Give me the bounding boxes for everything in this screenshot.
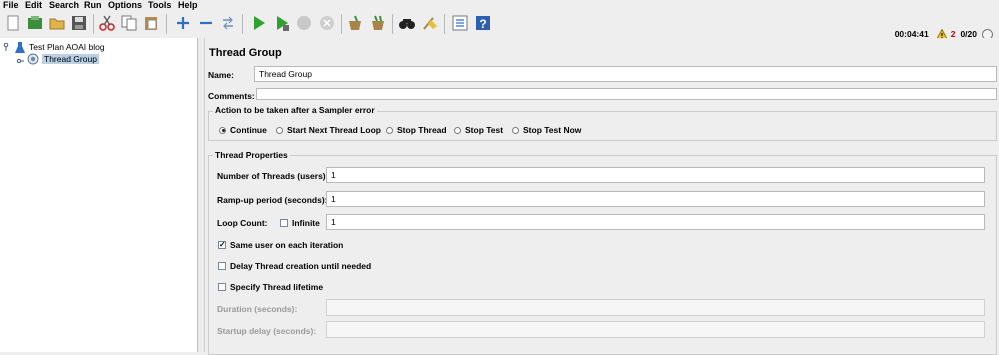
- start-icon[interactable]: [249, 13, 269, 33]
- thread-group-panel: Thread Group Name: Thread Group Comments…: [205, 38, 999, 355]
- same-user-checkbox[interactable]: ✓ Same user on each iteration: [218, 240, 343, 250]
- radio-stop-test-label: Stop Test: [465, 125, 504, 135]
- loop-count-field[interactable]: 1: [326, 214, 985, 230]
- rampup-label: Ramp-up period (seconds):: [217, 195, 328, 205]
- radio-stop-test-now[interactable]: Stop Test Now: [512, 125, 581, 135]
- paste-icon[interactable]: [141, 13, 161, 33]
- infinite-label: Infinite: [292, 218, 320, 228]
- thread-group-icon: [27, 53, 39, 65]
- clear-all-icon[interactable]: [368, 13, 388, 33]
- menu-run[interactable]: Run: [84, 0, 102, 10]
- radio-continue[interactable]: Continue: [219, 125, 267, 135]
- tree-node-thread-group[interactable]: Thread Group: [16, 53, 99, 65]
- comments-field[interactable]: [256, 88, 997, 100]
- threads-label: Number of Threads (users):: [217, 171, 329, 181]
- threads-field[interactable]: 1: [326, 167, 985, 183]
- radio-stop-thread-label: Stop Thread: [397, 125, 447, 135]
- duration-field[interactable]: [326, 299, 985, 316]
- same-user-label: Same user on each iteration: [230, 240, 344, 250]
- name-field[interactable]: Thread Group: [254, 66, 997, 82]
- delay-thread-label: Delay Thread creation until needed: [230, 261, 372, 271]
- menu-tools[interactable]: Tools: [148, 0, 171, 10]
- menu-file[interactable]: File: [3, 0, 19, 10]
- tree-label-thread-group: Thread Group: [42, 54, 99, 64]
- radio-icon: [512, 126, 519, 134]
- checkbox-unchecked-icon: [218, 262, 226, 270]
- radio-stop-test-now-label: Stop Test Now: [523, 125, 582, 135]
- loop-count-label: Loop Count:: [217, 218, 268, 228]
- templates-icon[interactable]: [25, 13, 45, 33]
- save-icon[interactable]: [69, 13, 89, 33]
- clear-icon[interactable]: [345, 13, 365, 33]
- menu-bar: File Edit Search Run Options Tools Help: [0, 0, 999, 10]
- help-icon[interactable]: ?: [473, 13, 493, 33]
- toggle-icon[interactable]: [218, 13, 238, 33]
- expand-icon[interactable]: [173, 13, 193, 33]
- new-icon[interactable]: [3, 13, 23, 33]
- panel-title: Thread Group: [209, 47, 282, 59]
- tree-connector-icon: [16, 56, 24, 64]
- comments-label: Comments:: [208, 91, 255, 101]
- radio-icon: [454, 126, 461, 134]
- toolbar: ? 00:04:41 2 0/20: [0, 10, 999, 40]
- rampup-field[interactable]: 1: [326, 191, 985, 207]
- svg-text:?: ?: [479, 17, 486, 31]
- menu-edit[interactable]: Edit: [25, 0, 42, 10]
- test-plan-icon: [15, 41, 25, 53]
- thread-properties-legend: Thread Properties: [213, 150, 290, 160]
- toolbar-separator: [93, 14, 94, 34]
- tree-node-test-plan[interactable]: Test Plan AOAI blog: [3, 41, 105, 53]
- action-legend: Action to be taken after a Sampler error: [213, 105, 377, 115]
- checkbox-checked-icon: ✓: [218, 240, 226, 249]
- checkbox-unchecked-icon: [280, 219, 288, 227]
- radio-start-next-label: Start Next Thread Loop: [287, 125, 381, 135]
- toolbar-separator: [444, 14, 445, 34]
- checkbox-unchecked-icon: [218, 283, 226, 291]
- copy-icon[interactable]: [119, 13, 139, 33]
- toolbar-separator: [242, 14, 243, 34]
- radio-continue-label: Continue: [230, 125, 267, 135]
- delay-thread-creation-checkbox[interactable]: Delay Thread creation until needed: [218, 261, 371, 271]
- radio-stop-thread[interactable]: Stop Thread: [386, 125, 447, 135]
- toolbar-separator: [341, 14, 342, 34]
- tree-label-test-plan: Test Plan AOAI blog: [29, 42, 105, 52]
- open-icon[interactable]: [47, 13, 67, 33]
- radio-start-next-thread-loop[interactable]: Start Next Thread Loop: [276, 125, 381, 135]
- infinite-checkbox[interactable]: Infinite: [280, 218, 320, 228]
- startup-delay-field[interactable]: [326, 321, 985, 338]
- radio-stop-test[interactable]: Stop Test: [454, 125, 503, 135]
- startup-delay-label: Startup delay (seconds):: [217, 326, 317, 336]
- test-plan-tree: Test Plan AOAI blog Thread Group: [0, 38, 198, 352]
- toolbar-separator: [392, 14, 393, 34]
- menu-help[interactable]: Help: [178, 0, 198, 10]
- radio-selected-icon: [219, 126, 226, 134]
- specify-lifetime-label: Specify Thread lifetime: [230, 282, 324, 292]
- split-pane-divider[interactable]: [198, 38, 205, 352]
- menu-options[interactable]: Options: [108, 0, 142, 10]
- cut-icon[interactable]: [97, 13, 117, 33]
- menu-search[interactable]: Search: [49, 0, 79, 10]
- stop-icon[interactable]: [294, 13, 314, 33]
- radio-icon: [276, 126, 283, 134]
- search-icon[interactable]: [397, 13, 417, 33]
- name-label: Name:: [208, 70, 234, 80]
- shutdown-icon[interactable]: [317, 13, 337, 33]
- function-helper-icon[interactable]: [450, 13, 470, 33]
- reset-search-icon[interactable]: [420, 13, 440, 33]
- start-no-pause-icon[interactable]: [272, 13, 292, 33]
- radio-icon: [386, 126, 393, 134]
- tree-expand-handle-icon[interactable]: [3, 42, 9, 51]
- duration-label: Duration (seconds):: [217, 304, 298, 314]
- collapse-icon[interactable]: [196, 13, 216, 33]
- specify-lifetime-checkbox[interactable]: Specify Thread lifetime: [218, 282, 323, 292]
- toolbar-separator: [166, 14, 167, 34]
